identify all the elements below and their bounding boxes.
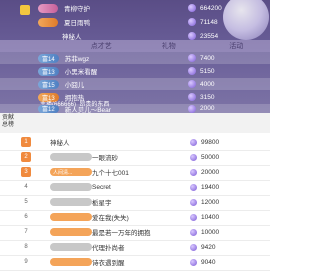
user-name: 神秘人	[50, 140, 70, 147]
rank-number: 8	[24, 244, 28, 250]
coin-value: 7400	[188, 54, 214, 62]
level-badge	[50, 258, 92, 266]
level-badge: 富12	[38, 104, 59, 113]
user-name: Secret	[92, 183, 111, 191]
level-badge	[50, 183, 92, 191]
top-row-3[interactable]: 神秘人 23554	[0, 30, 270, 42]
coin-icon	[190, 153, 197, 161]
level-badge	[50, 243, 92, 251]
coin-icon	[188, 104, 196, 113]
coin-value: 4000	[188, 80, 214, 88]
coin-icon	[188, 4, 196, 12]
top-row-5[interactable]: 富13 小黑米看醒 5150	[0, 65, 270, 77]
rank-number: 9	[24, 259, 28, 265]
coin-icon	[190, 243, 197, 251]
user-name: 九个十七001	[92, 170, 129, 177]
coin-icon	[188, 32, 196, 40]
coin-value: 9040	[190, 258, 215, 266]
list-item[interactable]: 9 诗衣遇到醒 9040	[0, 254, 270, 271]
user-name: 神秘人	[62, 34, 82, 41]
coin-value: 12000	[190, 198, 219, 206]
level-badge	[50, 228, 92, 236]
top-row-6[interactable]: 富15 小囧儿 4000	[0, 78, 270, 90]
coin-value: 10000	[190, 228, 219, 236]
rank-number: 2	[24, 154, 28, 160]
coin-value: 50000	[190, 153, 219, 161]
top-contributors-panel: 点才艺 礼物 活动 青柳守护 664200 夏日雨鸭 71148 神秘人 235…	[0, 0, 270, 113]
level-badge: 富15	[38, 79, 59, 89]
top-row-4[interactable]: 富14 苏菲wgz 7400	[0, 52, 270, 64]
user-name: 苏菲wgz	[64, 56, 90, 63]
coin-value: 5150	[188, 67, 214, 75]
top-row-8[interactable]: 富12 新人贝儿～Bear 2000	[0, 104, 270, 113]
level-badge	[38, 17, 58, 27]
rank-number: 3	[24, 169, 28, 175]
user-name: 栀星宇	[92, 200, 112, 207]
coin-icon	[190, 138, 197, 146]
level-badge: 人间清...	[50, 168, 92, 176]
coin-value: 664200	[188, 4, 222, 12]
coin-value: 3150	[188, 93, 214, 101]
ranking-title: 贡献 总榜	[2, 115, 15, 128]
coin-value: 20000	[190, 168, 219, 176]
coin-value: 19400	[190, 183, 219, 191]
coin-icon	[190, 168, 197, 176]
rank-number: 7	[24, 229, 28, 235]
coin-icon	[190, 213, 197, 221]
user-name: 青柳守护	[64, 6, 90, 13]
level-badge: 富13	[38, 66, 59, 76]
level-badge	[50, 213, 92, 221]
user-name: 最是若一万年的拥抱	[92, 230, 151, 237]
tab-talent[interactable]: 点才艺	[68, 41, 136, 51]
coin-value: 71148	[188, 18, 218, 26]
coin-icon	[190, 228, 197, 236]
coin-icon	[188, 67, 196, 75]
coin-value: 2000	[188, 104, 214, 113]
coin-icon	[190, 198, 197, 206]
top-row-1[interactable]: 青柳守护 664200	[0, 2, 270, 14]
rank-number: 6	[24, 214, 28, 220]
coin-value: 9420	[190, 243, 215, 251]
user-name: 小囧儿	[64, 82, 85, 89]
level-badge: 富14	[38, 53, 59, 63]
coin-icon	[188, 18, 196, 26]
user-name: 新人贝儿～Bear	[64, 106, 111, 114]
level-badge	[50, 153, 92, 161]
level-badge	[38, 3, 58, 13]
user-name: 诗衣遇到醒	[92, 260, 125, 267]
coin-value: 99800	[190, 138, 219, 146]
coin-icon	[190, 183, 197, 191]
user-name: 代理扑尚者	[92, 245, 125, 252]
rank-number: 1	[24, 139, 28, 145]
rank-number: 4	[24, 184, 28, 190]
top-row-2[interactable]: 夏日雨鸭 71148	[0, 16, 270, 28]
coin-value: 23554	[188, 32, 218, 40]
tab-activity[interactable]: 活动	[203, 41, 271, 51]
ranking-header: 贡献 总榜	[0, 113, 270, 133]
tab-gift[interactable]: 礼物	[135, 41, 203, 51]
user-name: 夏日雨鸭	[64, 20, 90, 27]
coin-icon	[188, 93, 196, 101]
coin-value: 10400	[190, 213, 219, 221]
coin-icon	[188, 80, 196, 88]
user-name: 小黑米看醒	[64, 69, 98, 76]
user-name: 爱在我(失失)	[92, 215, 129, 222]
coin-icon	[190, 258, 197, 266]
rank-number: 5	[24, 199, 28, 205]
user-name: 一眼流砂	[92, 155, 118, 162]
coin-icon	[188, 54, 196, 62]
level-badge	[50, 198, 92, 206]
